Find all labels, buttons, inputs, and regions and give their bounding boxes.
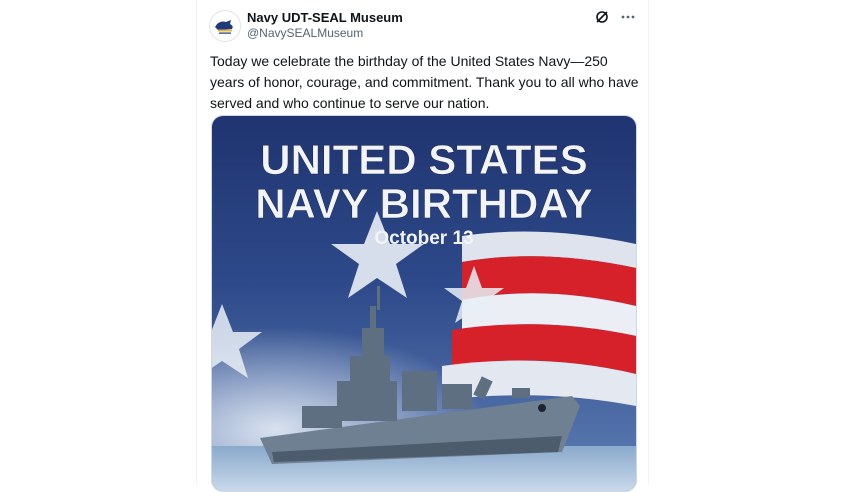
grok-icon[interactable] — [594, 9, 610, 25]
more-horizontal-icon[interactable] — [620, 9, 636, 25]
image-date: October 13 — [374, 228, 473, 249]
post-card[interactable]: Navy UDT-SEAL Museum @NavySEALMuseum Tod… — [196, 0, 649, 492]
author-handle[interactable]: @NavySEALMuseum — [247, 26, 363, 40]
post-image[interactable]: UNITED STATES NAVY BIRTHDAY October 13 — [211, 115, 637, 492]
author-name[interactable]: Navy UDT-SEAL Museum — [247, 10, 403, 25]
post-header-actions — [594, 9, 636, 25]
headline-line-2: NAVY BIRTHDAY — [255, 180, 593, 227]
post-text: Today we celebrate the birthday of the U… — [210, 53, 639, 111]
museum-logo-icon — [210, 11, 240, 41]
headline-line-1: UNITED STATES — [260, 136, 587, 183]
avatar[interactable] — [209, 10, 241, 42]
